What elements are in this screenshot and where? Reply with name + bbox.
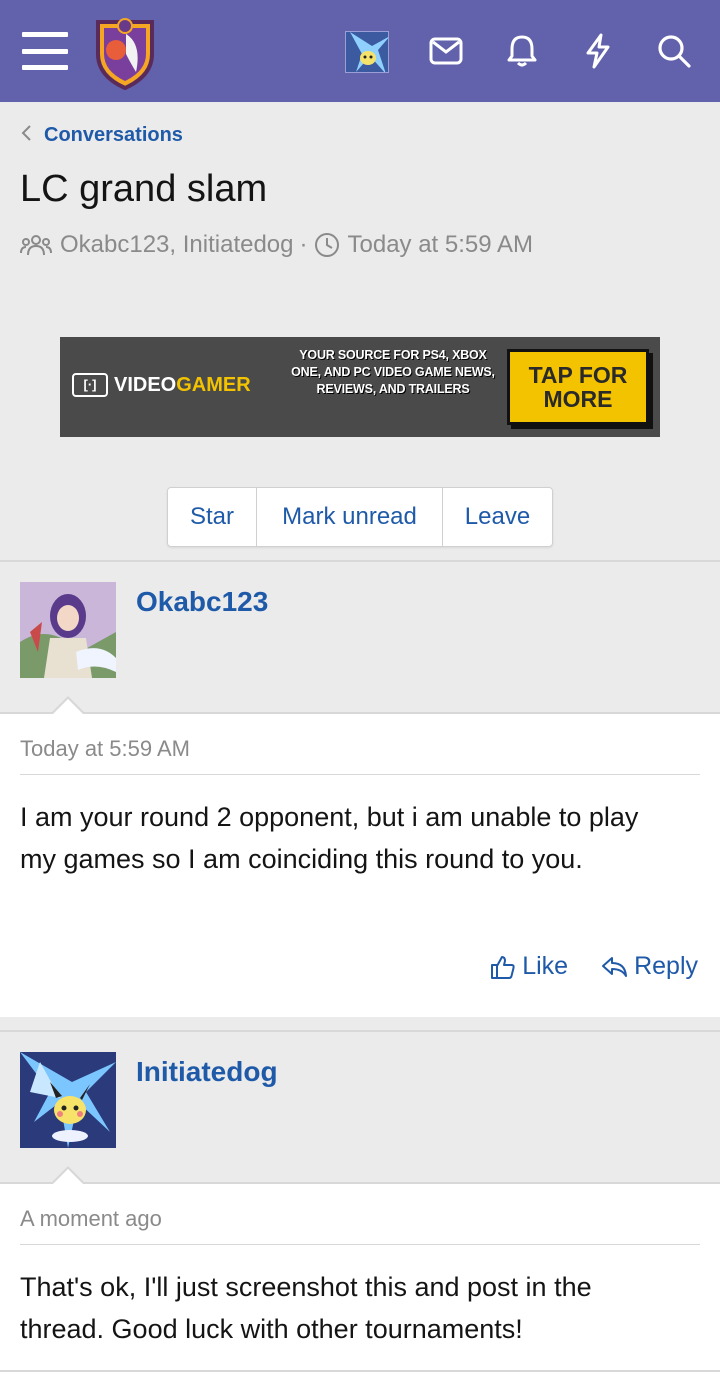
message-pointer bbox=[50, 1166, 86, 1185]
divider bbox=[0, 1370, 720, 1372]
message-pointer bbox=[50, 696, 86, 715]
avatar[interactable] bbox=[20, 1052, 116, 1148]
message-card: Today at 5:59 AM I am your round 2 oppon… bbox=[0, 696, 720, 1017]
account-avatar[interactable] bbox=[345, 31, 389, 73]
message-author-row: Initiatedog bbox=[0, 1030, 720, 1182]
conversation-meta: Okabc123, Initiatedog · Today at 5:59 AM bbox=[20, 231, 533, 259]
avatar[interactable] bbox=[20, 582, 116, 678]
ad-brand-gamer: GAMER bbox=[176, 373, 251, 396]
ad-cta-button[interactable]: TAP FOR MORE bbox=[507, 349, 649, 425]
conversation-time: Today at 5:59 AM bbox=[347, 231, 533, 258]
like-button[interactable]: Like bbox=[490, 952, 568, 981]
mail-icon[interactable] bbox=[425, 30, 467, 72]
message-card: A moment ago That's ok, I'll just screen… bbox=[0, 1166, 720, 1375]
ad-brand-video: VIDEO bbox=[114, 373, 177, 396]
message-author-row: Okabc123 bbox=[0, 560, 720, 712]
author-name[interactable]: Initiatedog bbox=[136, 1056, 278, 1088]
ad-brand: [·] VIDEO GAMER bbox=[72, 373, 251, 397]
gamepad-icon: [·] bbox=[72, 373, 108, 397]
hamburger-icon[interactable] bbox=[22, 30, 68, 72]
meta-separator: · bbox=[299, 231, 308, 258]
leave-button[interactable]: Leave bbox=[443, 488, 552, 546]
bell-icon[interactable] bbox=[501, 30, 543, 72]
message-body: I am your round 2 opponent, but i am una… bbox=[20, 802, 639, 874]
reply-label: Reply bbox=[634, 952, 698, 980]
clock-icon bbox=[314, 232, 340, 258]
users-icon bbox=[20, 233, 52, 257]
message-date[interactable]: Today at 5:59 AM bbox=[20, 736, 190, 762]
ad-banner[interactable]: [·] VIDEO GAMER YOUR SOURCE FOR PS4, XBOX… bbox=[60, 337, 660, 437]
lightning-icon[interactable] bbox=[577, 30, 619, 72]
top-bar bbox=[0, 0, 720, 102]
search-icon[interactable] bbox=[653, 30, 695, 72]
chevron-left-icon bbox=[20, 124, 32, 147]
divider bbox=[20, 1244, 700, 1245]
breadcrumb[interactable]: Conversations bbox=[20, 124, 183, 147]
message-date[interactable]: A moment ago bbox=[20, 1206, 162, 1232]
like-label: Like bbox=[522, 952, 569, 980]
mark-unread-button[interactable]: Mark unread bbox=[257, 488, 443, 546]
breadcrumb-conversations-link[interactable]: Conversations bbox=[44, 124, 183, 147]
divider bbox=[20, 774, 700, 775]
reply-icon bbox=[600, 955, 628, 979]
shield-logo-icon[interactable] bbox=[90, 14, 160, 91]
page-title: LC grand slam bbox=[20, 168, 268, 210]
reply-button[interactable]: Reply bbox=[600, 952, 698, 981]
thumbs-up-icon bbox=[490, 954, 516, 980]
conversation-actions: Star Mark unread Leave bbox=[167, 487, 553, 547]
author-name[interactable]: Okabc123 bbox=[136, 586, 268, 618]
message-actions: Like Reply bbox=[490, 952, 698, 981]
ad-copy: YOUR SOURCE FOR PS4, XBOX ONE, AND PC VI… bbox=[291, 348, 495, 396]
participants-list[interactable]: Okabc123, Initiatedog bbox=[60, 231, 294, 259]
message-body: That's ok, I'll just screenshot this and… bbox=[20, 1272, 592, 1344]
star-button[interactable]: Star bbox=[168, 488, 257, 546]
